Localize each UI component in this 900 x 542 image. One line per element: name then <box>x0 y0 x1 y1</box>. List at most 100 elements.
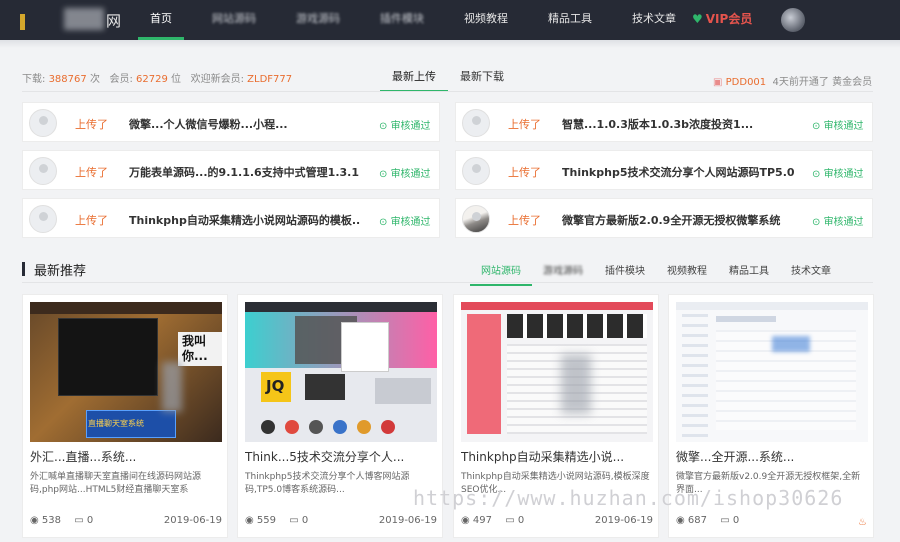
section-title: 最新推荐 <box>34 264 87 279</box>
upload-title[interactable]: 智慧...1.0.3版本1.0.3b浓度投资1... <box>562 116 794 132</box>
status-badge: ⊙ 审核通过 <box>812 217 864 228</box>
upload-item[interactable]: 上传了 Thinkphp5技术交流分享个人网站源码TP5.0... ⊙ 审核通过 <box>455 150 873 190</box>
product-title[interactable]: Thinkphp自动采集精选小说... <box>461 448 653 465</box>
comment-icon: ▭ <box>505 515 515 526</box>
view-count: 687 <box>687 515 708 526</box>
upload-title[interactable]: 万能表单源码...的9.1.1.6支持中式管理1.3.1 <box>129 164 361 180</box>
section-divider <box>22 282 873 283</box>
comment-count: 0 <box>517 515 525 526</box>
upload-action: 上传了 <box>75 118 108 131</box>
notice-text: 4天前开通了 黄金会员 <box>772 77 873 88</box>
product-thumbnail[interactable] <box>676 302 868 442</box>
vip-link[interactable]: ♥ VIP会员 <box>692 0 752 40</box>
product-title[interactable]: 微擎...全开源...系统... <box>676 448 868 465</box>
thumb-text: 我叫你... <box>182 334 208 363</box>
watermark: https://www.huzhan.com/ishop30626 <box>413 486 844 510</box>
main-nav: 首页 网站源码 游戏源码 插件模块 视频教程 精品工具 技术文章 <box>130 0 696 40</box>
upload-title[interactable]: Thinkphp5技术交流分享个人网站源码TP5.0... <box>562 164 794 180</box>
notice-user[interactable]: PDD001 <box>726 77 767 88</box>
divider <box>22 91 873 92</box>
product-meta: ◉ 559 ▭ 0 2019-06-19 <box>245 515 437 526</box>
upload-action: 上传了 <box>75 166 108 179</box>
upload-item[interactable]: 上传了 万能表单源码...的9.1.1.6支持中式管理1.3.1 ⊙ 审核通过 <box>22 150 440 190</box>
eye-icon: ◉ <box>245 515 254 526</box>
comment-icon: ▭ <box>720 515 730 526</box>
eye-icon: ◉ <box>461 515 470 526</box>
view-count: 538 <box>41 515 62 526</box>
upload-title[interactable]: 微擎官方最新版2.0.9全开源无授权微擎系统 <box>562 212 794 228</box>
status-badge: ⊙ 审核通过 <box>379 169 431 180</box>
comment-count: 0 <box>301 515 309 526</box>
upload-title[interactable]: Thinkphp自动采集精选小说网站源码的模板... <box>129 212 361 228</box>
nav-website-source[interactable]: 网站源码 <box>192 0 276 40</box>
logo-mark <box>20 14 25 30</box>
logo-blurred-text <box>64 8 104 30</box>
comment-icon: ▭ <box>74 515 84 526</box>
product-date: 2019-06-19 <box>594 515 653 526</box>
upload-item[interactable]: 上传了 微擎...个人微信号爆粉...小程... ⊙ 审核通过 <box>22 102 440 142</box>
nav-video-tutorials[interactable]: 视频教程 <box>444 0 528 40</box>
new-member-name[interactable]: ZLDF777 <box>247 74 292 85</box>
upload-action: 上传了 <box>508 118 541 131</box>
product-date: 2019-06-19 <box>163 515 222 526</box>
status-badge: ⊙ 审核通过 <box>379 217 431 228</box>
upload-title[interactable]: 微擎...个人微信号爆粉...小程... <box>129 116 361 132</box>
upload-item[interactable]: 上传了 Thinkphp自动采集精选小说网站源码的模板... ⊙ 审核通过 <box>22 198 440 238</box>
members-count: 62729 <box>136 74 168 85</box>
product-title[interactable]: 外汇...直播...系统... <box>30 448 222 465</box>
upload-item[interactable]: 上传了 智慧...1.0.3版本1.0.3b浓度投资1... ⊙ 审核通过 <box>455 102 873 142</box>
fire-icon: ♨ <box>858 517 867 528</box>
eye-icon: ◉ <box>30 515 39 526</box>
product-date: 2019-06-19 <box>378 515 437 526</box>
comment-count: 0 <box>732 515 740 526</box>
nav-shadow <box>0 40 900 48</box>
avatar <box>29 205 57 233</box>
upload-action: 上传了 <box>75 214 108 227</box>
upload-download-tabs: 最新上传 最新下载 <box>380 64 516 92</box>
avatar <box>462 109 490 137</box>
avatar <box>462 157 490 185</box>
section-marker <box>22 262 25 276</box>
comment-count: 0 <box>86 515 94 526</box>
eye-icon: ◉ <box>676 515 685 526</box>
avatar <box>29 157 57 185</box>
nav-tools[interactable]: 精品工具 <box>528 0 612 40</box>
user-avatar[interactable] <box>781 8 805 32</box>
product-thumbnail[interactable]: JQ <box>245 302 437 442</box>
site-logo[interactable]: 网 <box>18 6 121 34</box>
downloads-count: 388767 <box>48 74 87 85</box>
status-badge: ⊙ 审核通过 <box>812 121 864 132</box>
product-meta: ◉ 687 ▭ 0 <box>676 515 868 526</box>
gift-icon: ▣ <box>713 77 723 88</box>
upload-item[interactable]: 上传了 微擎官方最新版2.0.9全开源无授权微擎系统 ⊙ 审核通过 <box>455 198 873 238</box>
top-navbar: 网 首页 网站源码 游戏源码 插件模块 视频教程 精品工具 技术文章 ♥ VIP会… <box>0 0 900 40</box>
product-desc: Thinkphp5技术交流分享个人博客网站源码,TP5.0博客系统源码... <box>245 472 410 495</box>
avatar <box>29 109 57 137</box>
status-badge: ⊙ 审核通过 <box>379 121 431 132</box>
tab-latest-upload[interactable]: 最新上传 <box>380 64 448 92</box>
product-thumbnail[interactable]: 我叫你... 直播聊天室系统 <box>30 302 222 442</box>
logo-text: 网 <box>106 12 122 30</box>
tab-latest-download[interactable]: 最新下载 <box>448 64 516 92</box>
nav-game-source[interactable]: 游戏源码 <box>276 0 360 40</box>
thumb-caption: 直播聊天室系统 <box>88 419 144 428</box>
avatar <box>462 205 490 233</box>
heart-icon: ♥ <box>692 12 703 26</box>
product-meta: ◉ 538 ▭ 0 2019-06-19 <box>30 515 222 526</box>
vip-notice: ▣ PDD001 4天前开通了 黄金会员 <box>713 73 872 88</box>
upload-action: 上传了 <box>508 166 541 179</box>
product-card[interactable]: 我叫你... 直播聊天室系统 外汇...直播...系统... 外汇喊单直播聊天室… <box>22 294 228 538</box>
status-badge: ⊙ 审核通过 <box>812 169 864 180</box>
site-stats: 下载: 388767 次 会员: 62729 位 欢迎新会员: ZLDF777 <box>22 74 293 85</box>
nav-home[interactable]: 首页 <box>130 0 192 40</box>
product-thumbnail[interactable] <box>461 302 653 442</box>
view-count: 559 <box>256 515 277 526</box>
comment-icon: ▭ <box>289 515 299 526</box>
product-meta: ◉ 497 ▭ 0 2019-06-19 <box>461 515 653 526</box>
nav-articles[interactable]: 技术文章 <box>612 0 696 40</box>
product-desc: 外汇喊单直播聊天室直播间在线源码网站源码,php网站...HTML5财经直播聊天… <box>30 472 202 495</box>
upload-action: 上传了 <box>508 214 541 227</box>
view-count: 497 <box>472 515 493 526</box>
nav-plugins[interactable]: 插件模块 <box>360 0 444 40</box>
product-title[interactable]: Think...5技术交流分享个人... <box>245 448 437 465</box>
